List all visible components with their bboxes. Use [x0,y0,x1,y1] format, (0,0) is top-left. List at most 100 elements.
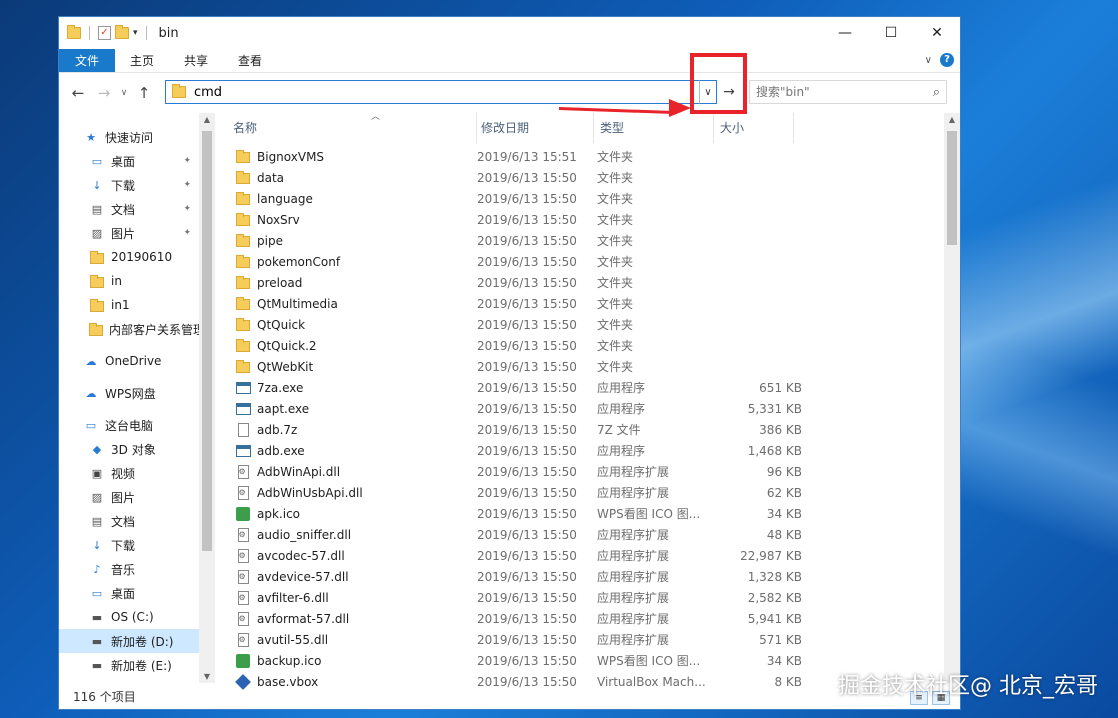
file-row[interactable]: avcodec-57.dll 2019/6/13 15:50 应用程序扩展 22,98… [215,545,960,566]
file-row[interactable]: data 2019/6/13 15:50 文件夹 [215,167,960,188]
search-icon[interactable]: ⌕ [933,85,940,100]
folder-shape [236,213,250,226]
tab-view[interactable]: 查看 [223,49,277,72]
file-row[interactable]: avformat-57.dll 2019/6/13 15:50 应用程序扩展 5,94… [215,608,960,629]
column-type-header[interactable]: 类型 [594,112,714,143]
close-button[interactable]: ✕ [914,17,960,49]
file-row[interactable]: avfilter-6.dll 2019/6/13 15:50 应用程序扩展 2,582… [215,587,960,608]
nav-item[interactable]: ▣ 视频 [59,461,199,485]
search-box[interactable]: ⌕ [749,80,947,104]
nav-item[interactable]: ▬ OS (C:) [59,605,199,629]
column-date-header[interactable]: 修改日期 [477,112,594,143]
nav-item[interactable]: ▨ 图片 [59,485,199,509]
help-icon[interactable]: ? [940,53,954,67]
file-row[interactable]: QtQuick 2019/6/13 15:50 文件夹 [215,314,960,335]
file-size: 1,468 KB [747,443,802,458]
nav-item[interactable]: ▬ 新加卷 (D:) [59,629,199,653]
nav-scrollbar[interactable]: ▲ ▼ [199,113,215,683]
folder-icon [89,274,105,288]
file-row[interactable]: avutil-55.dll 2019/6/13 15:50 应用程序扩展 571 KB [215,629,960,650]
scroll-up-icon[interactable]: ▲ [199,115,215,124]
tab-file[interactable]: 文件 [59,49,116,72]
nav-item[interactable]: in1 [59,293,199,317]
nav-item[interactable]: ◆ 3D 对象 [59,437,199,461]
file-row[interactable]: pipe 2019/6/13 15:50 文件夹 [215,230,960,251]
file-row[interactable]: adb.7z 2019/6/13 15:50 7Z 文件 386 KB [215,419,960,440]
file-size: 571 KB [759,632,802,647]
file-row[interactable]: NoxSrv 2019/6/13 15:50 文件夹 [215,209,960,230]
file-row[interactable]: audio_sniffer.dll 2019/6/13 15:50 应用程序扩展 48… [215,524,960,545]
nav-item[interactable]: 20190610 [59,245,199,269]
nav-item[interactable]: ↓ 下载 ✦ [59,173,199,197]
file-date: 2019/6/13 15:50 [477,191,577,206]
column-name-header[interactable]: 名称 [215,112,477,143]
scroll-up-icon[interactable]: ▲ [944,115,960,124]
file-row[interactable]: avdevice-57.dll 2019/6/13 15:50 应用程序扩展 1,32… [215,566,960,587]
file-row[interactable]: BignoxVMS 2019/6/13 15:51 文件夹 [215,146,960,167]
expand-ribbon-icon[interactable]: ∨ [925,55,932,66]
scroll-thumb[interactable] [202,131,212,551]
file-row[interactable]: 7za.exe 2019/6/13 15:50 应用程序 651 KB [215,377,960,398]
back-button[interactable]: ← [65,84,91,102]
file-date: 2019/6/13 15:50 [477,569,577,584]
recent-locations-button[interactable]: ∨ [117,88,131,98]
column-size-header[interactable]: 大小 [714,112,794,143]
nav-item[interactable]: ☁ OneDrive [59,349,199,373]
nav-item[interactable]: ▤ 文档 ✦ [59,197,199,221]
file-row[interactable]: preload 2019/6/13 15:50 文件夹 [215,272,960,293]
file-type: 应用程序扩展 [597,486,670,500]
up-button[interactable]: ↑ [131,84,157,102]
column-headers: 名称 修改日期 类型 大小 ︿ [215,112,960,143]
tab-home[interactable]: 主页 [115,49,169,72]
new-folder-icon[interactable] [115,25,129,39]
properties-icon[interactable]: ✓ [98,26,111,40]
file-row[interactable]: AdbWinUsbApi.dll 2019/6/13 15:50 应用程序扩展 62 … [215,482,960,503]
img-shape [236,506,250,521]
file-row[interactable]: adb.exe 2019/6/13 15:50 应用程序 1,468 KB [215,440,960,461]
nav-item[interactable]: ↓ 下载 [59,533,199,557]
maximize-button[interactable]: ☐ [868,17,914,49]
file-list-scrollbar[interactable]: ▲ [944,113,960,683]
folder-icon [89,250,105,264]
nav-item[interactable]: ★ 快速访问 [59,125,199,149]
address-bar[interactable] [165,80,717,104]
file-row[interactable]: aapt.exe 2019/6/13 15:50 应用程序 5,331 KB [215,398,960,419]
file-row[interactable]: QtWebKit 2019/6/13 15:50 文件夹 [215,356,960,377]
file-row[interactable]: apk.ico 2019/6/13 15:50 WPS看图 ICO 图... 34 K… [215,503,960,524]
forward-button[interactable]: → [91,84,117,102]
folder-icon [235,339,251,353]
nav-item[interactable]: ▭ 这台电脑 [59,413,199,437]
file-row[interactable]: QtMultimedia 2019/6/13 15:50 文件夹 [215,293,960,314]
search-input[interactable] [756,85,916,99]
nav-item[interactable]: ▬ 新加卷 (E:) [59,653,199,677]
file-type: 应用程序扩展 [597,549,670,563]
dll-icon [235,611,251,626]
file-name: AdbWinApi.dll [257,464,341,479]
file-row[interactable]: AdbWinApi.dll 2019/6/13 15:50 应用程序扩展 96 KB [215,461,960,482]
file-type: 应用程序 [597,402,646,416]
scroll-down-icon[interactable]: ▼ [199,672,215,681]
nav-item[interactable]: ▭ 桌面 ✦ [59,149,199,173]
nav-item[interactable]: ☁ WPS网盘 [59,381,199,405]
tab-share[interactable]: 共享 [169,49,223,72]
folder-shape [236,192,250,205]
file-name-cell: aapt.exe [215,402,477,416]
file-row[interactable]: QtQuick.2 2019/6/13 15:50 文件夹 [215,335,960,356]
file-date: 2019/6/13 15:50 [477,380,577,395]
file-row[interactable]: language 2019/6/13 15:50 文件夹 [215,188,960,209]
nav-item[interactable]: ▤ 文档 [59,509,199,533]
file-size: 5,941 KB [747,611,802,626]
nav-item[interactable]: ♪ 音乐 [59,557,199,581]
sort-ascending-icon: ︿ [371,112,381,122]
customize-dropdown-icon[interactable]: ▾ [133,28,138,38]
nav-item[interactable]: 内部客户关系管理 [59,317,199,341]
nav-item[interactable]: ▨ 图片 ✦ [59,221,199,245]
nav-item[interactable]: in [59,269,199,293]
file-name: NoxSrv [257,212,300,227]
nav-item[interactable]: ▭ 桌面 [59,581,199,605]
file-row[interactable]: pokemonConf 2019/6/13 15:50 文件夹 [215,251,960,272]
minimize-button[interactable]: — [822,17,868,49]
scroll-thumb[interactable] [947,131,957,245]
file-type: 文件夹 [597,339,634,353]
address-input[interactable] [194,84,674,100]
